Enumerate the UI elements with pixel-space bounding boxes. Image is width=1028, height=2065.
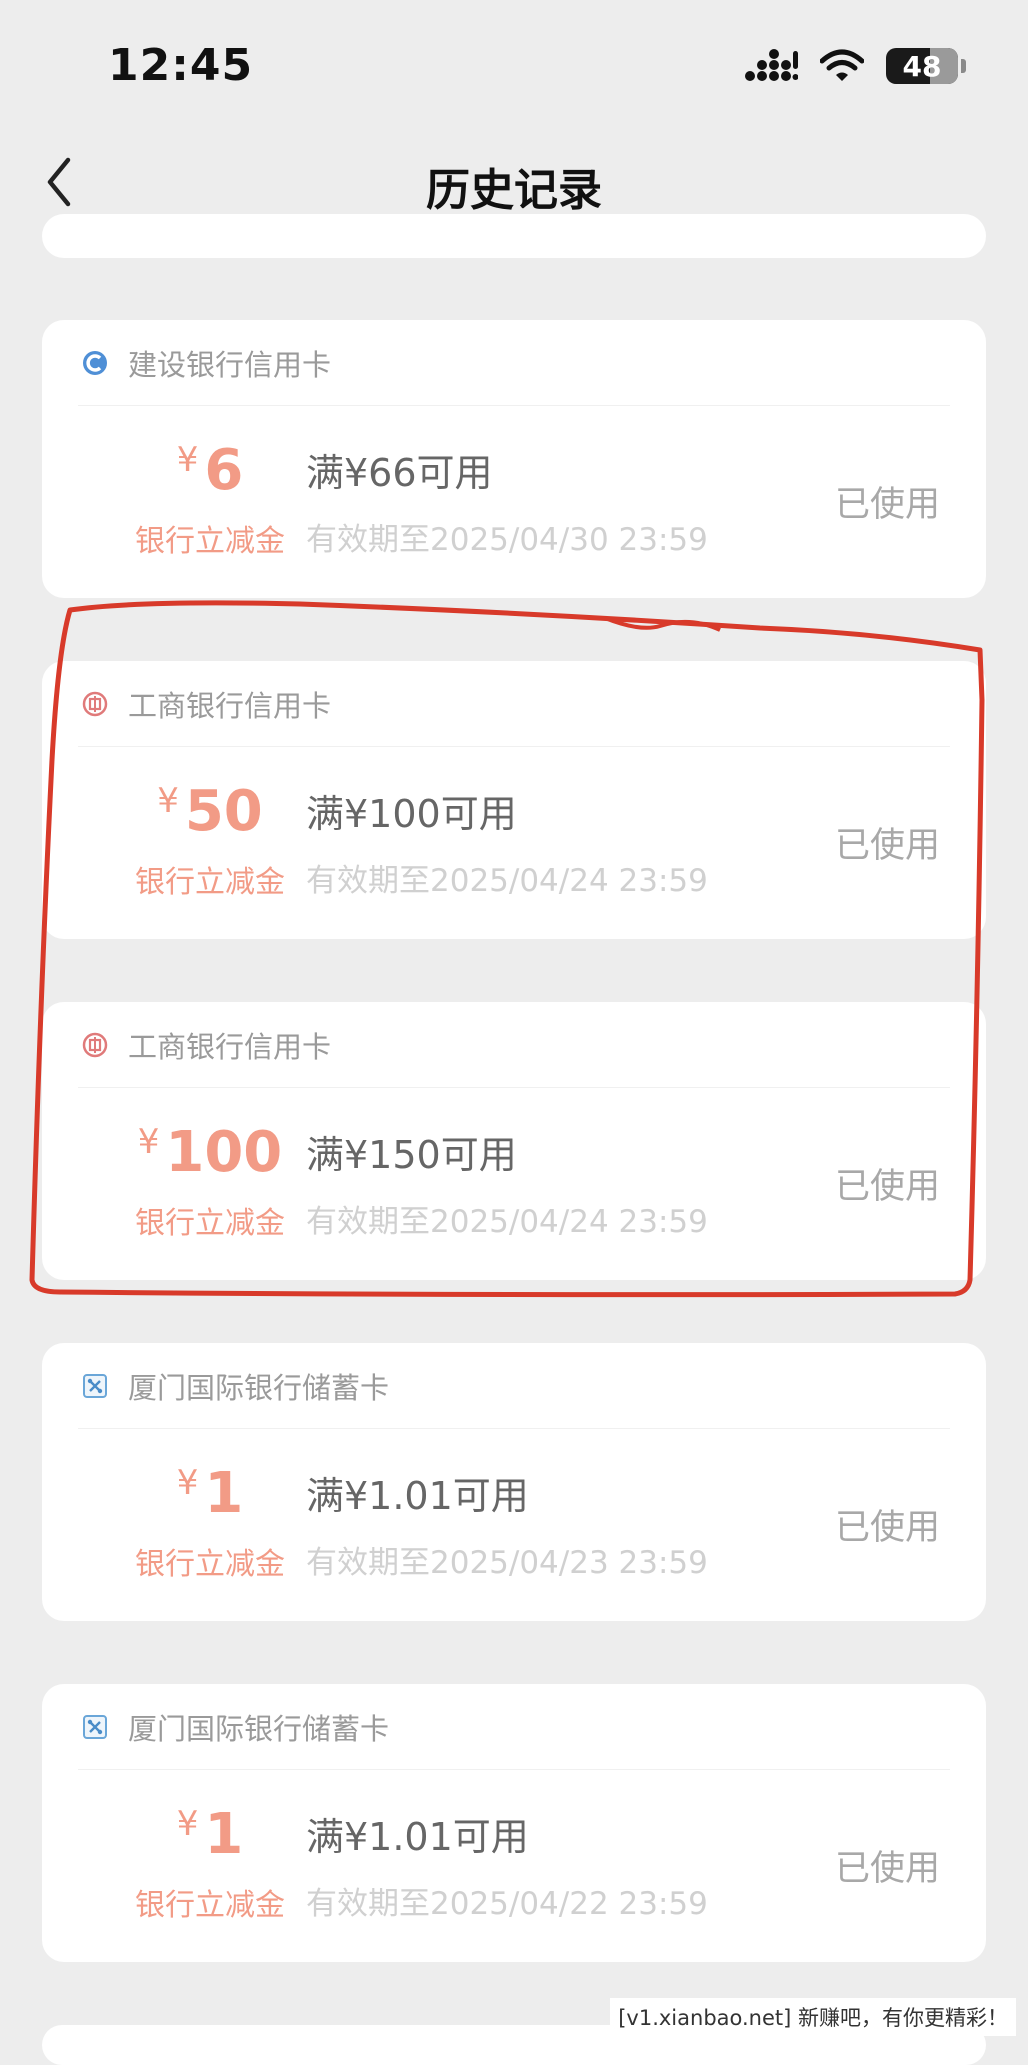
coupon-amount: ¥100 [92,1120,328,1185]
coupon-condition: 满¥1.01可用 [306,1474,529,1518]
xib-logo-icon [82,1714,108,1740]
icbc-logo-icon [82,1032,108,1058]
coupon-amount: ¥6 [92,438,328,503]
bank-name: 建设银行信用卡 [128,347,332,382]
coupon-card-header: 工商银行信用卡 [78,1002,950,1088]
coupon-type-label: 银行立减金 [135,1206,285,1241]
signal-icon [745,49,798,81]
battery-level: 48 [902,49,942,83]
coupon-card-partial [42,214,986,258]
amount-value: 1 [204,1802,244,1867]
amount-value: 50 [184,779,263,844]
bank-name: 厦门国际银行储蓄卡 [128,1711,390,1746]
coupon-type-label: 银行立减金 [135,865,285,900]
coupon-amount: ¥1 [92,1802,328,1867]
bank-name: 工商银行信用卡 [128,1029,332,1064]
currency-symbol: ¥ [157,781,179,821]
currency-symbol: ¥ [176,440,199,480]
status-badge: 已使用 [834,1849,940,1889]
coupon-validity: 有效期至2025/04/22 23:59 [306,1886,708,1922]
watermark-text: [v1.xianbao.net] 新赚吧，有你更精彩！ [610,1998,1016,2036]
coupon-card-header: 厦门国际银行储蓄卡 [78,1343,950,1429]
status-badge: 已使用 [834,1167,940,1207]
coupon-condition: 满¥100可用 [306,792,517,836]
coupon-card-header: 厦门国际银行储蓄卡 [78,1684,950,1770]
amount-value: 6 [204,438,244,503]
coupon-amount: ¥1 [92,1461,328,1526]
coupon-validity: 有效期至2025/04/24 23:59 [306,1204,708,1240]
bank-name: 厦门国际银行储蓄卡 [128,1370,390,1405]
icbc-logo-icon [82,691,108,717]
coupon-validity: 有效期至2025/04/24 23:59 [306,863,708,899]
amount-value: 1 [204,1461,244,1526]
wifi-icon [820,49,864,81]
coupon-condition: 满¥66可用 [306,451,493,495]
coupon-card[interactable]: 厦门国际银行储蓄卡 ¥1 银行立减金 满¥1.01可用 有效期至2025/04/… [42,1343,986,1621]
coupon-card[interactable]: 厦门国际银行储蓄卡 ¥1 银行立减金 满¥1.01可用 有效期至2025/04/… [42,1684,986,1962]
battery-icon: 48 [886,48,966,84]
status-badge: 已使用 [834,1508,940,1548]
coupon-condition: 满¥1.01可用 [306,1815,529,1859]
status-icons: 48 [744,48,966,84]
status-bar: 12:45 48 [0,0,1028,120]
coupon-type-label: 银行立减金 [135,524,285,559]
coupon-condition: 满¥150可用 [306,1133,517,1177]
coupon-type-label: 银行立减金 [135,1888,285,1923]
bank-name: 工商银行信用卡 [128,688,332,723]
coupon-validity: 有效期至2025/04/30 23:59 [306,522,708,558]
status-badge: 已使用 [834,485,940,525]
status-time: 12:45 [108,40,254,91]
currency-symbol: ¥ [137,1122,160,1162]
coupon-amount: ¥50 [92,779,328,844]
currency-symbol: ¥ [176,1804,199,1844]
coupon-type-label: 银行立减金 [135,1547,285,1582]
xib-logo-icon [82,1373,108,1399]
coupon-card-header: 建设银行信用卡 [78,320,950,406]
coupon-validity: 有效期至2025/04/23 23:59 [306,1545,708,1581]
status-badge: 已使用 [834,826,940,866]
amount-value: 100 [165,1120,283,1185]
coupon-card[interactable]: 工商银行信用卡 ¥100 银行立减金 满¥150可用 有效期至2025/04/2… [42,1002,986,1280]
page-title: 历史记录 [426,165,602,216]
coupon-card-header: 工商银行信用卡 [78,661,950,747]
currency-symbol: ¥ [176,1463,199,1503]
coupon-card[interactable]: 建设银行信用卡 ¥6 银行立减金 满¥66可用 有效期至2025/04/30 2… [42,320,986,598]
ccb-logo-icon [82,350,108,376]
coupon-card[interactable]: 工商银行信用卡 ¥50 银行立减金 满¥100可用 有效期至2025/04/24… [42,661,986,939]
